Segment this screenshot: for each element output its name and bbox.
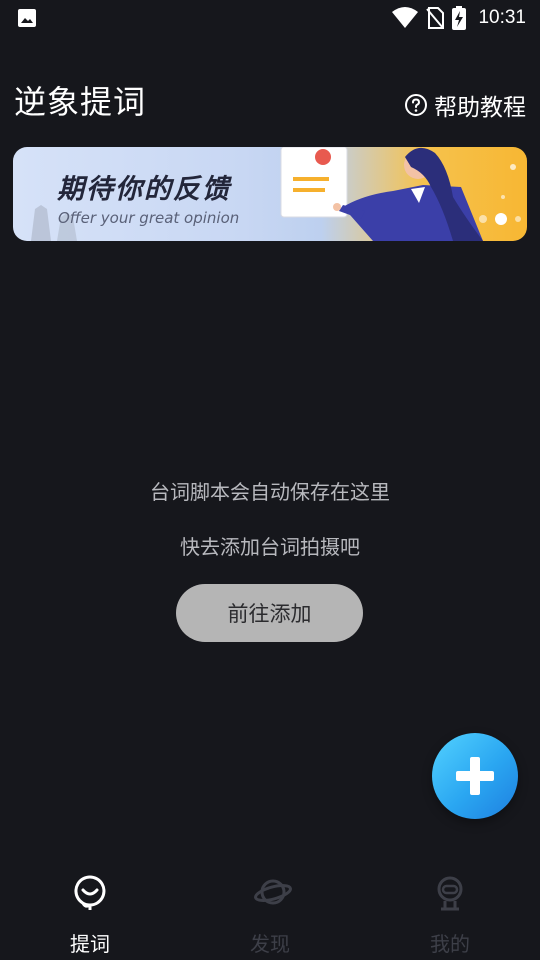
status-time: 10:31 xyxy=(478,7,526,28)
empty-state-hint: 快去添加台词拍摄吧 xyxy=(180,535,360,559)
nav-item-teleprompter[interactable]: 提词 xyxy=(30,874,150,956)
banner-pagination xyxy=(479,213,521,225)
planet-icon xyxy=(254,879,292,905)
page-title: 逆象提词 xyxy=(14,83,147,121)
feedback-banner[interactable]: 期待你的反馈 Offer your great opinion xyxy=(13,147,527,241)
status-bar: 10:31 xyxy=(0,0,540,36)
header: 逆象提词 帮助教程 xyxy=(0,70,540,134)
nav-label: 我的 xyxy=(430,932,470,956)
plus-icon xyxy=(456,757,494,795)
nav-label: 提词 xyxy=(70,932,110,956)
help-tutorial-link[interactable]: 帮助教程 xyxy=(404,90,526,121)
bottom-nav: 提词 发现 我的 xyxy=(0,860,540,960)
empty-state-message: 台词脚本会自动保存在这里 xyxy=(150,480,390,504)
question-circle-icon xyxy=(405,94,427,116)
add-script-fab[interactable] xyxy=(432,733,518,819)
no-sim-icon xyxy=(426,7,445,29)
banner-subtitle: Offer your great opinion xyxy=(58,209,240,227)
banner-dot[interactable] xyxy=(515,216,521,222)
nav-item-discover[interactable]: 发现 xyxy=(210,874,330,956)
nav-item-mine[interactable]: 我的 xyxy=(390,874,510,956)
banner-title: 期待你的反馈 xyxy=(57,174,231,205)
teleprompter-icon xyxy=(74,875,106,910)
banner-dot-active[interactable] xyxy=(495,213,507,225)
wifi-icon xyxy=(392,7,419,28)
help-label: 帮助教程 xyxy=(434,95,526,121)
image-icon xyxy=(18,9,36,27)
go-add-button[interactable]: 前往添加 xyxy=(176,584,363,642)
battery-charging-icon xyxy=(452,6,467,30)
banner-dot[interactable] xyxy=(479,215,487,223)
nav-label: 发现 xyxy=(250,932,290,956)
profile-icon xyxy=(437,876,463,911)
